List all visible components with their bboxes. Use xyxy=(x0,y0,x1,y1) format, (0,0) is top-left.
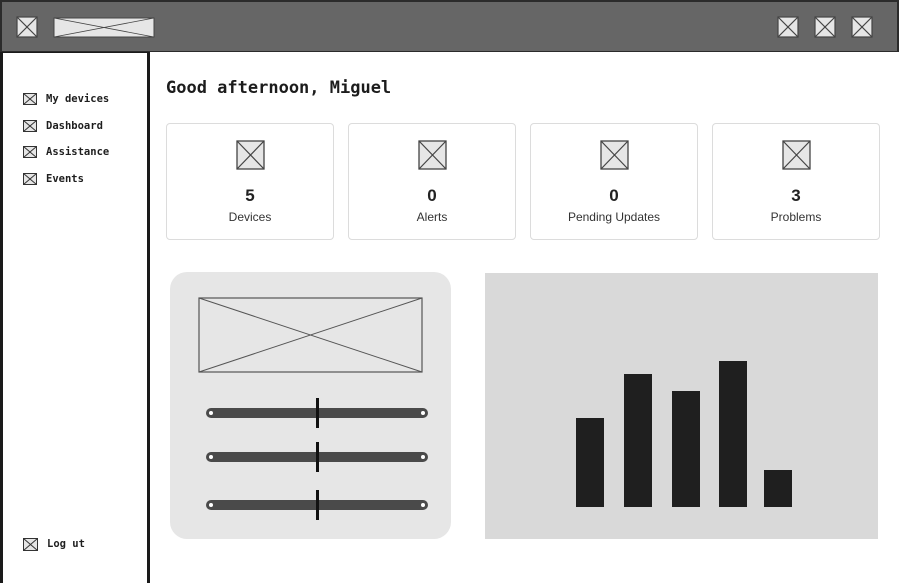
logout-button[interactable]: Log ut xyxy=(23,536,85,552)
top-bar xyxy=(0,0,899,52)
sidebar-item-dashboard[interactable]: Dashboard xyxy=(23,118,103,134)
slider-1[interactable] xyxy=(206,398,428,428)
slider-end-dot xyxy=(209,411,213,415)
page-title: Good afternoon, Miguel xyxy=(166,78,392,98)
stat-value: 0 xyxy=(427,186,437,205)
stat-card-devices[interactable]: 5 Devices xyxy=(166,123,334,240)
slider-handle[interactable] xyxy=(316,442,319,472)
alerts-icon xyxy=(418,140,447,170)
slider-end-dot xyxy=(209,503,213,507)
logo-icon xyxy=(16,16,38,38)
chart-bar-2 xyxy=(624,373,652,507)
sidebar-item-events[interactable]: Events xyxy=(23,171,84,187)
app-title-placeholder xyxy=(53,17,155,38)
chart-bar-1 xyxy=(576,418,604,507)
sidebar-item-assistance[interactable]: Assistance xyxy=(23,144,109,160)
sidebar-item-my-devices[interactable]: My devices xyxy=(23,91,109,107)
slider-end-dot xyxy=(421,411,425,415)
sidebar: My devices Dashboard Assistance Events xyxy=(0,52,150,583)
slider-3[interactable] xyxy=(206,490,428,520)
header-action-2-icon[interactable] xyxy=(814,16,836,38)
stat-value: 3 xyxy=(791,186,801,205)
slider-handle[interactable] xyxy=(316,490,319,520)
sidebar-item-label: Events xyxy=(46,173,84,185)
stat-label: Devices xyxy=(228,210,272,224)
bar-chart xyxy=(485,273,878,539)
slider-end-dot xyxy=(209,455,213,459)
stat-card-problems[interactable]: 3 Problems xyxy=(712,123,880,240)
stat-value: 5 xyxy=(245,186,255,205)
sidebar-item-label: Assistance xyxy=(46,146,110,158)
chart-bar-3 xyxy=(672,391,700,507)
header-action-1-icon[interactable] xyxy=(777,16,799,38)
my-devices-icon xyxy=(23,93,37,105)
device-controls-panel xyxy=(170,272,451,539)
logout-icon xyxy=(23,537,38,551)
sidebar-item-label: My devices xyxy=(46,93,110,105)
stat-label: Alerts xyxy=(416,210,448,224)
chart-bar-5 xyxy=(764,469,792,507)
chart-bar-4 xyxy=(719,361,747,507)
events-icon xyxy=(23,173,37,185)
stat-card-alerts[interactable]: 0 Alerts xyxy=(348,123,516,240)
stat-label: Problems xyxy=(770,210,822,224)
stat-label: Pending Updates xyxy=(567,210,661,224)
slider-handle[interactable] xyxy=(316,398,319,428)
devices-icon xyxy=(236,140,265,170)
slider-2[interactable] xyxy=(206,442,428,472)
problems-icon xyxy=(782,140,811,170)
assistance-icon xyxy=(23,146,37,158)
sidebar-item-label: Dashboard xyxy=(46,120,103,132)
slider-end-dot xyxy=(421,503,425,507)
stat-card-pending-updates[interactable]: 0 Pending Updates xyxy=(530,123,698,240)
header-action-3-icon[interactable] xyxy=(851,16,873,38)
logout-label: Log ut xyxy=(47,538,85,550)
stat-value: 0 xyxy=(609,186,619,205)
slider-end-dot xyxy=(421,455,425,459)
dashboard-icon xyxy=(23,120,37,132)
pending-updates-icon xyxy=(600,140,629,170)
device-image-placeholder xyxy=(198,297,423,373)
